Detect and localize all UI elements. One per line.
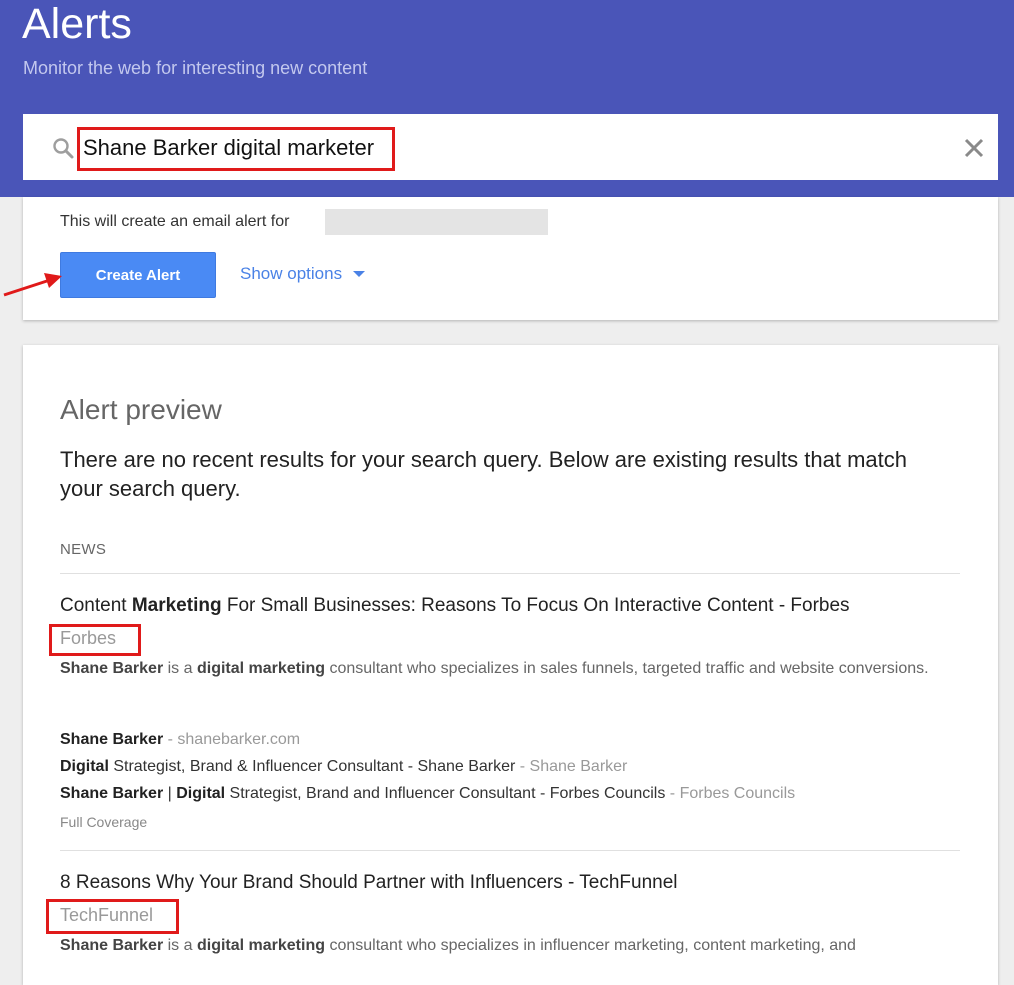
result-title-link[interactable]: Content Marketing For Small Businesses: …	[60, 594, 850, 618]
show-options-label: Show options	[240, 264, 343, 283]
header: Alerts Monitor the web for interesting n…	[0, 0, 1014, 197]
page-title: Alerts	[22, 0, 132, 48]
divider	[60, 850, 960, 851]
snippet-text: is a	[163, 937, 197, 954]
divider	[60, 573, 960, 574]
result-source: Forbes	[60, 628, 117, 648]
snippet-text: is a	[163, 660, 197, 677]
related-bold: Digital	[60, 758, 109, 775]
related-bold: Shane Barker	[60, 785, 164, 802]
result-title-part: 8 Reasons Why Your Brand Should Partner …	[60, 872, 678, 893]
email-address-redacted	[325, 209, 548, 235]
show-options-link[interactable]: Show options	[240, 263, 366, 285]
related-article-link[interactable]: Digital Strategist, Brand & Influencer C…	[60, 757, 627, 777]
related-source: - shanebarker.com	[163, 731, 301, 748]
no-results-message: There are no recent results for your sea…	[60, 447, 907, 501]
snippet-text: consultant who specializes in influencer…	[325, 937, 856, 954]
result-title-part: For Small Businesses: Reasons To Focus O…	[221, 595, 850, 616]
result-snippet: Shane Barker is a digital marketing cons…	[60, 931, 940, 961]
related-article-link[interactable]: Shane Barker | Digital Strategist, Brand…	[60, 784, 795, 804]
search-bar	[23, 114, 998, 180]
related-source: - Forbes Councils	[665, 785, 796, 802]
result-title-bold: Marketing	[131, 595, 222, 616]
email-alert-text: This will create an email alert for	[60, 213, 290, 230]
result-snippet: Shane Barker is a digital marketing cons…	[60, 654, 940, 684]
create-alert-card: This will create an email alert for Crea…	[23, 197, 998, 320]
full-coverage-link[interactable]: Full Coverage	[60, 813, 147, 831]
search-input[interactable]	[83, 132, 783, 164]
snippet-bold: digital marketing	[196, 937, 325, 954]
related-text: Strategist, Brand & Influencer Consultan…	[108, 758, 516, 775]
related-source: - Shane Barker	[515, 758, 628, 775]
pointer-arrow-icon	[3, 273, 62, 297]
related-text: |	[163, 785, 177, 802]
create-alert-button[interactable]: Create Alert	[60, 252, 216, 298]
related-bold: Digital	[176, 785, 226, 802]
related-article-link[interactable]: Shane Barker - shanebarker.com	[60, 730, 300, 750]
result-source: TechFunnel	[60, 905, 154, 925]
search-icon	[53, 138, 74, 159]
news-section-label: NEWS	[60, 541, 107, 558]
caret-down-icon	[353, 271, 366, 277]
result-title-link[interactable]: 8 Reasons Why Your Brand Should Partner …	[60, 871, 678, 895]
alert-preview-card: Alert preview There are no recent result…	[23, 345, 998, 985]
related-text: Strategist, Brand and Influencer Consult…	[225, 785, 666, 802]
snippet-bold: Shane Barker	[60, 660, 164, 677]
related-bold: Shane Barker	[60, 731, 164, 748]
snippet-bold: digital marketing	[196, 660, 325, 677]
snippet-text: consultant who specializes in sales funn…	[325, 660, 929, 677]
result-title-part: Content	[60, 595, 132, 616]
snippet-bold: Shane Barker	[60, 937, 164, 954]
page-subtitle: Monitor the web for interesting new cont…	[23, 58, 368, 78]
close-icon[interactable]	[963, 137, 985, 159]
alert-preview-title: Alert preview	[60, 394, 222, 425]
